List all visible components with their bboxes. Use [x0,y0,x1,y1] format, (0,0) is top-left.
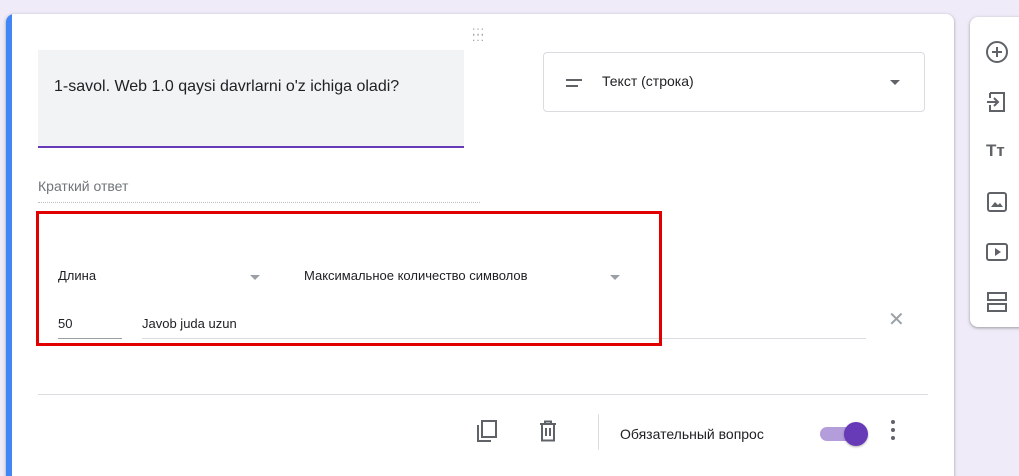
question-type-label: Текст (строка) [602,73,694,89]
question-title-field[interactable]: 1-savol. Web 1.0 qaysi davrlarni o'z ich… [38,50,464,148]
question-title-text: 1-savol. Web 1.0 qaysi davrlarni o'z ich… [54,78,400,95]
toggle-thumb [844,422,868,446]
question-type-dropdown[interactable]: Текст (строка) [543,52,925,112]
chevron-down-icon [890,80,900,85]
add-image-icon[interactable] [984,189,1010,215]
footer-divider [38,394,928,395]
footer-separator [598,414,599,450]
window-top-strip [0,0,1019,10]
add-video-icon[interactable] [984,239,1010,265]
add-question-icon[interactable] [984,39,1010,65]
short-answer-preview: Краткий ответ [38,178,480,203]
drag-handle-icon[interactable]: :::::: [472,25,485,43]
required-label: Обязательный вопрос [620,426,764,442]
floating-toolbar: Tт [970,17,1019,327]
import-questions-icon[interactable] [984,89,1010,115]
add-title-icon[interactable]: Tт [984,139,1010,165]
add-section-icon[interactable] [984,289,1010,315]
short-text-icon [566,79,582,89]
close-icon[interactable]: ✕ [888,310,905,330]
duplicate-icon[interactable] [476,420,498,442]
validation-highlight-box [36,211,662,346]
more-options-icon[interactable] [890,420,896,442]
delete-icon[interactable] [538,420,558,442]
active-card-indicator [6,14,12,476]
required-toggle[interactable] [816,422,868,446]
